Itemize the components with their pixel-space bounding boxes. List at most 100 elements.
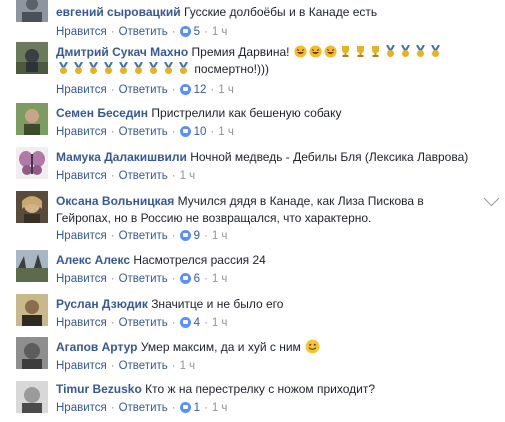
reply-button[interactable]: Ответить [119, 273, 168, 285]
avatar-image [16, 103, 48, 135]
reply-button[interactable]: Ответить [119, 230, 168, 242]
comment-actions: Нравится · Ответить · 6 · 1 ч [56, 272, 227, 286]
comment-author[interactable]: Дмитрий Сукач Махно [56, 45, 188, 59]
like-icon [179, 126, 191, 137]
separator: · [171, 126, 176, 138]
separator: · [171, 84, 176, 96]
like-count[interactable]: 10 [179, 126, 207, 138]
like-button[interactable]: Нравится [56, 170, 107, 182]
separator: · [110, 273, 115, 285]
avatar[interactable] [16, 103, 48, 135]
comment-body: Пристрелили как бешеную собаку [151, 106, 342, 120]
reply-button[interactable]: Ответить [119, 317, 168, 329]
like-button[interactable]: Нравится [56, 402, 107, 414]
comment-actions: Нравится · Ответить · 1 ч [56, 359, 195, 373]
avatar-image [16, 381, 48, 413]
comment-text: Мамука Далакишвили Ночной медведь - Деби… [56, 149, 483, 166]
avatar-image [16, 337, 48, 369]
like-count[interactable]: 12 [179, 84, 207, 96]
comment-actions: Нравится · Ответить · 1 · 1 ч [56, 401, 227, 415]
comment-author[interactable]: Семен Беседин [56, 106, 148, 120]
avatar[interactable] [16, 147, 48, 179]
like-button[interactable]: Нравится [56, 126, 107, 138]
reply-button[interactable]: Ответить [119, 360, 168, 372]
avatar[interactable] [16, 191, 48, 223]
comment-author[interactable]: Timur Bezusko [56, 382, 142, 396]
like-button[interactable]: Нравится [56, 230, 107, 242]
comment-text-line-2: посмертно!))) [56, 61, 483, 78]
comment-text: Руслан Дзюдик Значитце и не было его [56, 296, 483, 313]
reply-button[interactable]: Ответить [119, 84, 168, 96]
avatar[interactable] [16, 250, 48, 282]
like-button[interactable]: Нравится [56, 317, 107, 329]
like-icon [179, 317, 191, 328]
like-count[interactable]: 9 [179, 230, 200, 242]
avatar[interactable] [16, 337, 48, 369]
reply-button[interactable]: Ответить [119, 402, 168, 414]
reply-button[interactable]: Ответить [119, 126, 168, 138]
smile-emoji-icon [305, 339, 320, 354]
timestamp[interactable]: 1 ч [212, 26, 228, 38]
laughing-emoji-icon [324, 45, 337, 58]
separator: · [171, 402, 176, 414]
comment-actions: Нравится · Ответить · 10 · 1 ч [56, 125, 234, 139]
comment-text: Алекс Алекс Насмотрелся рассия 24 [56, 252, 483, 269]
like-icon [179, 230, 191, 241]
reply-button[interactable]: Ответить [119, 26, 168, 38]
like-button[interactable]: Нравится [56, 273, 107, 285]
like-count[interactable]: 5 [179, 26, 200, 38]
comment-actions: Нравится · Ответить · 9 · 1 ч [56, 229, 227, 243]
like-button[interactable]: Нравится [56, 360, 107, 372]
timestamp[interactable]: 1 ч [212, 273, 228, 285]
timestamp[interactable]: 1 ч [180, 360, 196, 372]
comment-author[interactable]: Оксана Вольницкая [56, 194, 174, 208]
like-button[interactable]: Нравится [56, 26, 107, 38]
separator: · [204, 26, 208, 38]
comment-author[interactable]: Алекс Алекс [56, 253, 130, 267]
comment-author[interactable]: Мамука Далакишвили [56, 150, 187, 164]
medal-emoji-icon [149, 62, 158, 74]
comment-text: Timur Bezusko Кто ж на перестрелку с нож… [56, 381, 483, 398]
like-button[interactable]: Нравится [56, 84, 107, 96]
timestamp[interactable]: 1 ч [212, 402, 228, 414]
comment-actions: Нравится · Ответить · 5 · 1 ч [56, 25, 227, 39]
like-count[interactable]: 4 [179, 317, 200, 329]
timestamp[interactable]: 1 ч [218, 126, 234, 138]
timestamp[interactable]: 1 ч [218, 84, 234, 96]
like-icon [179, 84, 191, 95]
separator: · [171, 317, 176, 329]
comment-text: Семен Беседин Пристрелили как бешеную со… [56, 105, 483, 122]
timestamp[interactable]: 1 ч [212, 230, 228, 242]
separator: · [110, 230, 115, 242]
separator: · [210, 84, 215, 96]
medal-emoji-icon [89, 62, 98, 74]
separator: · [110, 26, 115, 38]
separator: · [171, 26, 176, 38]
timestamp[interactable]: 1 ч [180, 170, 196, 182]
like-icon [179, 273, 191, 284]
comment-actions: Нравится · Ответить · 4 · 1 ч [56, 316, 227, 330]
medal-emoji-icon [104, 62, 113, 74]
like-count[interactable]: 1 [179, 402, 200, 414]
butterfly-avatar-image [16, 147, 48, 179]
medal-emoji-icon [400, 45, 410, 57]
trophy-emoji-icon [371, 46, 379, 57]
avatar-image [16, 42, 48, 74]
avatar-image [16, 0, 48, 22]
like-count-value: 10 [193, 126, 207, 138]
medal-emoji-icon [74, 62, 83, 74]
reply-button[interactable]: Ответить [119, 170, 168, 182]
like-count-value: 12 [193, 84, 207, 96]
separator: · [171, 360, 176, 372]
comment-body: Премия Дарвина! [191, 45, 290, 59]
comment-author[interactable]: Руслан Дзюдик [56, 297, 148, 311]
chevron-down-icon[interactable] [483, 190, 500, 207]
comment-author[interactable]: Агапов Артур [56, 340, 138, 354]
avatar[interactable] [16, 294, 48, 326]
comment-author[interactable]: евгений сыровацкий [56, 5, 181, 19]
like-count[interactable]: 6 [179, 273, 200, 285]
avatar[interactable] [16, 381, 48, 413]
avatar[interactable] [16, 42, 48, 74]
timestamp[interactable]: 1 ч [212, 317, 228, 329]
avatar[interactable] [16, 0, 48, 22]
